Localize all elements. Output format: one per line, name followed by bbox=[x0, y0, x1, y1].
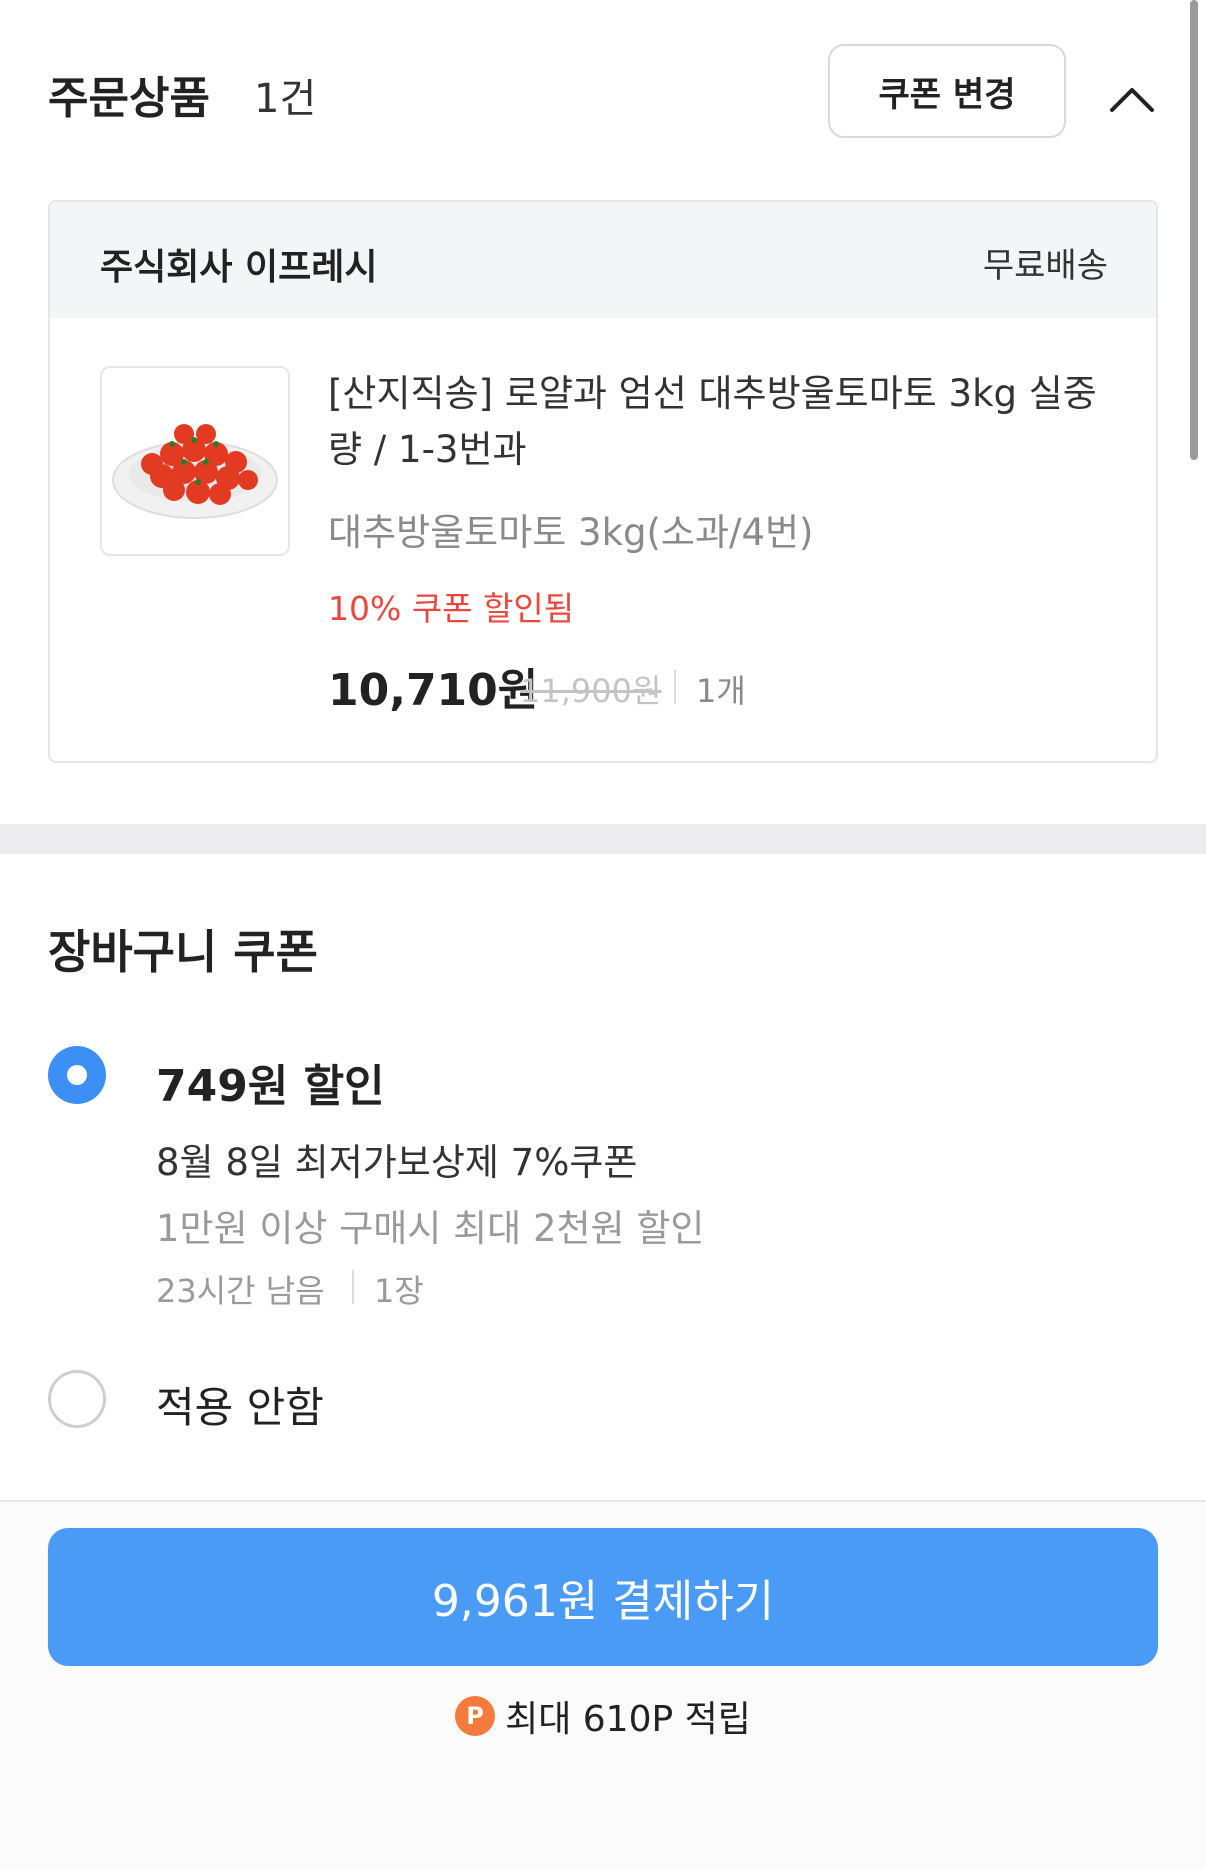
product-quantity: 1개 bbox=[696, 672, 746, 710]
order-items-title: 주문상품 bbox=[48, 73, 210, 124]
divider bbox=[674, 670, 676, 704]
section-divider bbox=[0, 824, 1206, 854]
coupon-condition: 1만원 이상 구매시 최대 2천원 할인 bbox=[156, 1207, 705, 1250]
coupon-change-button[interactable]: 쿠폰 변경 bbox=[828, 44, 1066, 138]
coupon-discount-tag: 10% 쿠폰 할인됨 bbox=[328, 589, 575, 628]
coupon-radio-selected[interactable] bbox=[48, 1046, 106, 1104]
coupon-discount-amount[interactable]: 749원 할인 bbox=[156, 1050, 385, 1114]
no-coupon-radio[interactable] bbox=[48, 1370, 106, 1428]
product-name: [산지직송] 로얄과 엄선 대추방울토마토 3kg 실중량 / 1-3번과 bbox=[328, 372, 1097, 471]
coupon-time-left: 23시간 남음 bbox=[156, 1272, 325, 1310]
points-icon: P bbox=[455, 1696, 496, 1736]
discounted-price: 10,710원 bbox=[328, 665, 539, 716]
cart-coupon-title: 장바구니 쿠폰 bbox=[48, 925, 318, 979]
scrollbar[interactable] bbox=[1190, 0, 1198, 460]
divider bbox=[352, 1270, 354, 1304]
points-info: P 최대 610P 적립 bbox=[0, 1690, 1206, 1742]
shipping-info: 무료배송 bbox=[982, 246, 1108, 286]
order-items-count: 1건 bbox=[254, 76, 317, 122]
original-price: 11,900원 bbox=[520, 672, 662, 710]
chevron-up-icon[interactable] bbox=[1100, 68, 1164, 132]
order-item-card: 주식회사 이프레시 무료배송 [산지직송] 로얄과 엄선 대추방울토마토 3kg… bbox=[48, 200, 1158, 763]
points-text: 최대 610P 적립 bbox=[505, 1699, 751, 1740]
coupon-name: 8월 8일 최저가보상제 7%쿠폰 bbox=[156, 1141, 638, 1184]
product-option: 대추방울토마토 3kg(소과/4번) bbox=[328, 511, 814, 554]
no-coupon-label[interactable]: 적용 안함 bbox=[156, 1374, 324, 1435]
seller-name: 주식회사 이프레시 bbox=[100, 247, 378, 288]
product-image bbox=[100, 366, 290, 556]
coupon-count: 1장 bbox=[374, 1272, 424, 1310]
pay-button[interactable]: 9,961원 결제하기 bbox=[48, 1528, 1158, 1666]
